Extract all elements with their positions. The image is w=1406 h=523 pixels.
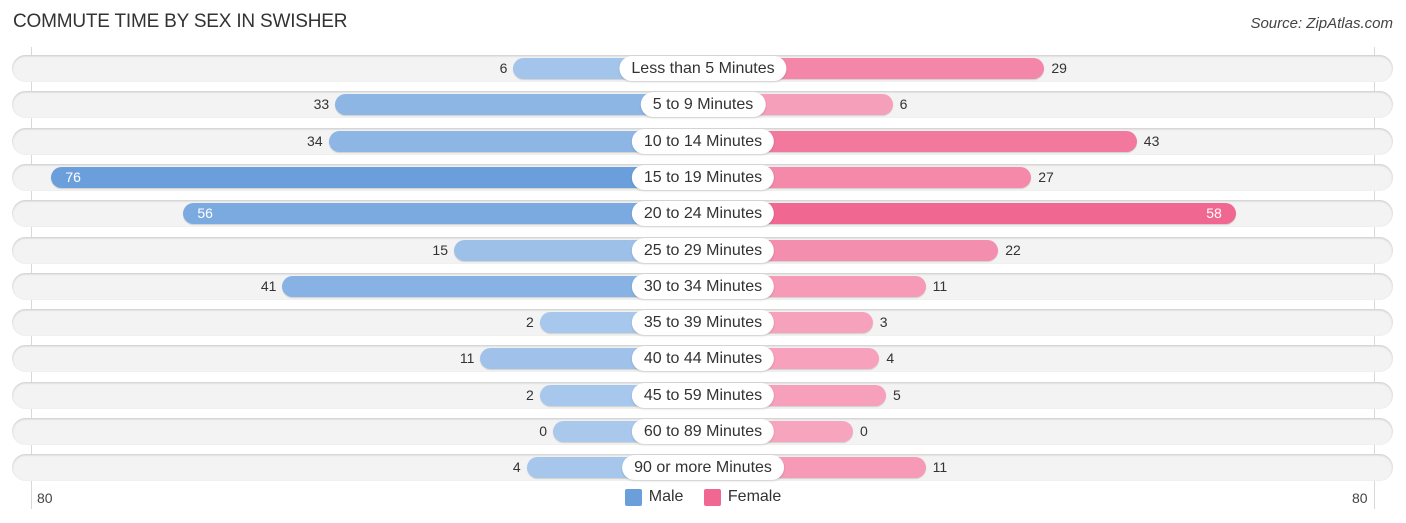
value-label-male: 15 bbox=[432, 242, 448, 258]
category-label: 5 to 9 Minutes bbox=[640, 92, 766, 117]
value-label-female: 6 bbox=[899, 96, 908, 112]
value-label-female: 27 bbox=[1038, 169, 1054, 185]
value-label-male: 34 bbox=[307, 133, 323, 149]
value-label-male: 4 bbox=[512, 459, 521, 475]
value-label-male: 56 bbox=[197, 205, 213, 221]
category-label: 10 to 14 Minutes bbox=[631, 129, 775, 154]
value-label-male: 33 bbox=[313, 96, 330, 112]
category-label: 25 to 29 Minutes bbox=[631, 238, 775, 263]
value-label-female: 4 bbox=[886, 350, 895, 366]
legend-label-female: Female bbox=[727, 488, 782, 505]
bar-male bbox=[51, 167, 703, 188]
value-label-female: 43 bbox=[1143, 133, 1160, 149]
value-label-male: 76 bbox=[65, 169, 81, 185]
bar-female bbox=[703, 203, 1236, 224]
value-label-female: 0 bbox=[860, 423, 868, 439]
category-label: 40 to 44 Minutes bbox=[631, 346, 775, 371]
chart-title: COMMUTE TIME BY SEX IN SWISHER bbox=[13, 11, 348, 32]
value-label-female: 11 bbox=[932, 278, 948, 294]
category-label: 60 to 89 Minutes bbox=[631, 419, 775, 444]
source-label: Source: ZipAtlas.com bbox=[1250, 15, 1393, 32]
value-label-female: 11 bbox=[932, 459, 948, 475]
category-label: 15 to 19 Minutes bbox=[631, 165, 775, 190]
value-label-female: 5 bbox=[893, 387, 901, 403]
category-label: 35 to 39 Minutes bbox=[631, 310, 775, 335]
legend-swatch-male bbox=[624, 488, 642, 506]
legend-label-male: Male bbox=[648, 488, 684, 505]
category-label: Less than 5 Minutes bbox=[619, 56, 787, 81]
legend: Male Female bbox=[0, 488, 1406, 511]
value-label-female: 29 bbox=[1051, 60, 1067, 76]
value-label-female: 3 bbox=[879, 314, 888, 330]
bar-male bbox=[183, 203, 703, 224]
legend-item-male: Male bbox=[624, 488, 684, 506]
category-label: 45 to 59 Minutes bbox=[631, 383, 775, 408]
value-label-female: 22 bbox=[1005, 242, 1021, 258]
category-label: 90 or more Minutes bbox=[622, 455, 784, 480]
category-label: 30 to 34 Minutes bbox=[631, 274, 775, 299]
value-label-male: 0 bbox=[539, 423, 547, 439]
legend-swatch-female bbox=[703, 488, 721, 506]
value-label-male: 2 bbox=[526, 314, 534, 330]
value-label-female: 58 bbox=[1206, 205, 1222, 221]
category-label: 20 to 24 Minutes bbox=[631, 201, 775, 226]
legend-item-female: Female bbox=[703, 488, 782, 506]
value-label-male: 2 bbox=[526, 387, 534, 403]
value-label-male: 11 bbox=[459, 350, 475, 366]
value-label-male: 6 bbox=[499, 60, 508, 76]
value-label-male: 41 bbox=[260, 278, 277, 294]
